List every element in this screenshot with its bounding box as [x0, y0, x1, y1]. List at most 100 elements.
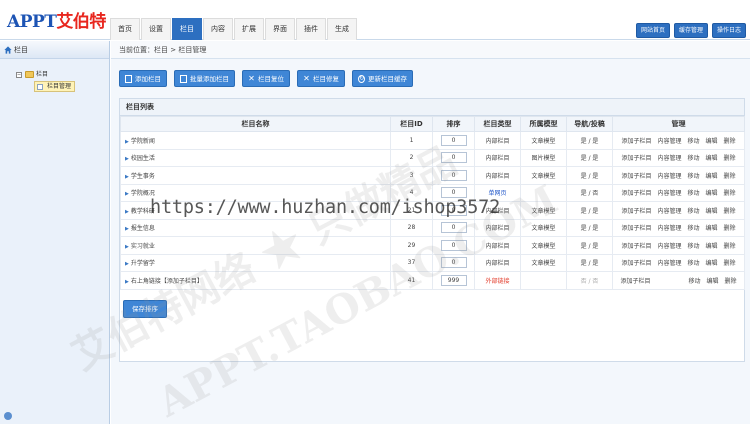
reset-category-button[interactable]: ✕ 栏目复位 — [242, 70, 290, 87]
expand-arrow-icon[interactable]: ▶ — [125, 226, 129, 232]
row-action-link[interactable]: 编辑 — [706, 138, 718, 145]
cache-manage-button[interactable]: 缓存管理 — [673, 23, 708, 38]
row-action-link[interactable]: 内容管理 — [657, 155, 681, 162]
order-input[interactable]: 0 — [440, 187, 467, 199]
row-action-link[interactable]: 删除 — [724, 225, 736, 232]
row-action-link[interactable]: 删除 — [724, 243, 736, 250]
cell-name[interactable]: ▶ 教学科研 — [120, 201, 391, 220]
cell-name[interactable]: ▶ 实习就业 — [120, 236, 391, 255]
row-action-link[interactable]: 删除 — [724, 260, 736, 267]
tree-root[interactable]: − 栏目 — [16, 69, 109, 81]
order-input[interactable]: 0 — [440, 134, 467, 146]
cell-name[interactable]: ▶ 学生事务 — [120, 166, 391, 185]
nav-tab-extend[interactable]: 扩展 — [234, 18, 264, 40]
cell-name[interactable]: ▶ 学院概况 — [120, 183, 391, 202]
row-action-link[interactable]: 内容管理 — [657, 138, 681, 145]
cell-name[interactable]: ▶ 报生信息 — [120, 218, 391, 237]
row-action-link[interactable]: 内容管理 — [657, 260, 681, 267]
cell-name[interactable]: ▶ 校园生活 — [120, 148, 391, 167]
row-action-link[interactable]: 添加子栏目 — [621, 260, 651, 267]
row-action-link[interactable]: 移动 — [687, 190, 699, 197]
expand-arrow-icon[interactable]: ▶ — [125, 261, 129, 267]
row-action-link[interactable]: 编辑 — [706, 225, 718, 232]
row-action-link[interactable]: 内容管理 — [657, 173, 681, 180]
update-cache-button[interactable]: ↻ 更新栏目缓存 — [352, 70, 413, 87]
category-name: 校园生活 — [130, 155, 155, 163]
category-name: 实习就业 — [130, 242, 155, 250]
cell-name[interactable]: ▶ 右上角链接【添加子栏目】 — [120, 271, 391, 290]
row-action-link[interactable]: 移动 — [687, 243, 699, 250]
add-category-button[interactable]: 添加栏目 — [119, 70, 167, 87]
cell-manage: 添加子栏目 内容管理 移动 编辑 删除 — [612, 148, 745, 167]
row-action-link[interactable]: 编辑 — [707, 278, 719, 285]
operation-log-button[interactable]: 操作日志 — [711, 23, 746, 38]
row-action-link[interactable]: 添加子栏目 — [621, 225, 651, 232]
cell-name[interactable]: ▶ 学院新闻 — [120, 131, 391, 150]
order-input[interactable]: 0 — [440, 204, 467, 216]
nav-tab-plugins[interactable]: 插件 — [296, 18, 326, 40]
row-action-link[interactable]: 添加子栏目 — [621, 208, 651, 215]
row-action-link[interactable]: 添加子栏目 — [621, 173, 651, 180]
category-table: 栏目名称 栏目ID 排序 栏目类型 所属模型 导航/投稿 管理 ▶ 学院新闻 1 0 内… — [120, 116, 745, 290]
expand-arrow-icon[interactable]: ▶ — [125, 244, 129, 250]
top-button-group: 网站首页 缓存管理 操作日志 — [635, 23, 746, 38]
row-action-link[interactable]: 删除 — [724, 173, 736, 180]
row-action-link[interactable]: 内容管理 — [657, 208, 681, 215]
logo[interactable]: APPT艾伯特 — [7, 7, 106, 32]
nav-tab-content[interactable]: 内容 — [203, 18, 233, 40]
row-action-link[interactable]: 移动 — [687, 225, 699, 232]
expand-arrow-icon[interactable]: ▶ — [125, 139, 129, 145]
row-action-link[interactable]: 内容管理 — [657, 190, 681, 197]
cell-name[interactable]: ▶ 升学留学 — [120, 253, 391, 272]
batch-add-category-button[interactable]: 批量添加栏目 — [174, 70, 235, 87]
row-action-link[interactable]: 移动 — [687, 155, 699, 162]
expand-arrow-icon[interactable]: ▶ — [125, 174, 129, 180]
row-action-link[interactable]: 内容管理 — [657, 225, 681, 232]
row-action-link[interactable]: 编辑 — [706, 173, 718, 180]
row-action-link[interactable]: 编辑 — [706, 190, 718, 197]
row-action-link[interactable]: 移动 — [687, 138, 699, 145]
sidebar-toggle-icon[interactable] — [4, 412, 12, 420]
expand-arrow-icon[interactable]: ▶ — [125, 209, 129, 215]
save-order-button[interactable]: 保存排序 — [123, 300, 167, 318]
row-action-link[interactable]: 编辑 — [706, 155, 718, 162]
row-action-link[interactable]: 编辑 — [706, 243, 718, 250]
expand-arrow-icon[interactable]: ▶ — [125, 156, 129, 162]
row-action-link[interactable]: 内容管理 — [657, 243, 681, 250]
row-action-link[interactable]: 删除 — [724, 208, 736, 215]
order-input[interactable]: 0 — [440, 152, 467, 164]
row-action-link[interactable]: 移动 — [687, 173, 699, 180]
site-home-button[interactable]: 网站首页 — [635, 23, 670, 38]
row-action-link[interactable]: 添加子栏目 — [621, 138, 651, 145]
nav-tab-home[interactable]: 首页 — [110, 18, 140, 40]
expand-arrow-icon[interactable]: ▶ — [125, 279, 129, 285]
tree-child-category-manage[interactable]: 栏目管理 — [34, 81, 76, 92]
row-action-link[interactable]: 编辑 — [706, 260, 718, 267]
nav-tab-interface[interactable]: 界面 — [265, 18, 295, 40]
row-action-link[interactable]: 编辑 — [706, 208, 718, 215]
row-action-link[interactable]: 添加子栏目 — [620, 278, 650, 285]
row-action-link[interactable]: 移动 — [687, 260, 699, 267]
cell-nav: 否 / 否 — [566, 271, 613, 290]
row-action-link[interactable]: 删除 — [724, 155, 736, 162]
row-action-link[interactable]: 删除 — [725, 278, 737, 285]
nav-tab-category[interactable]: 栏目 — [172, 18, 202, 40]
order-input[interactable]: 0 — [440, 222, 467, 234]
nav-tab-settings[interactable]: 设置 — [141, 18, 171, 40]
order-input[interactable]: 0 — [440, 169, 467, 181]
order-input[interactable]: 0 — [440, 257, 467, 269]
repair-category-button[interactable]: ✕ 栏目修复 — [297, 70, 345, 87]
order-input[interactable]: 0 — [440, 239, 467, 251]
cell-manage: 添加子栏目 移动 编辑 删除 — [612, 271, 745, 290]
expand-arrow-icon[interactable]: ▶ — [125, 191, 129, 197]
nav-tab-generate[interactable]: 生成 — [327, 18, 357, 40]
row-action-link[interactable]: 移动 — [688, 278, 700, 285]
row-action-link[interactable]: 删除 — [724, 190, 736, 197]
row-action-link[interactable]: 添加子栏目 — [621, 155, 651, 162]
row-action-link[interactable]: 移动 — [687, 208, 699, 215]
row-action-link[interactable]: 删除 — [724, 138, 736, 145]
row-action-link[interactable]: 添加子栏目 — [621, 190, 651, 197]
collapse-icon[interactable]: − — [16, 72, 22, 78]
row-action-link[interactable]: 添加子栏目 — [621, 243, 651, 250]
order-input[interactable]: 999 — [440, 274, 467, 286]
